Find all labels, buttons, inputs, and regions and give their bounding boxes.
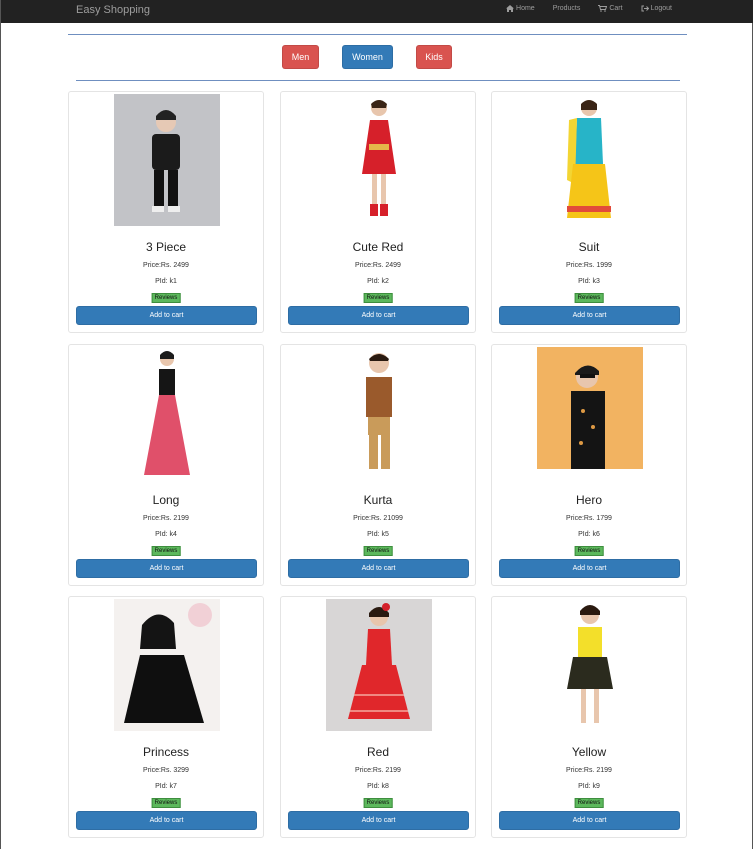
add-to-cart-button[interactable]: Add to cart — [288, 306, 469, 325]
add-to-cart-button[interactable]: Add to cart — [499, 811, 680, 830]
add-to-cart-button[interactable]: Add to cart — [76, 559, 257, 578]
product-id: PId: k7 — [155, 783, 177, 790]
product-name: Cute Red — [352, 240, 404, 254]
product-image[interactable] — [114, 347, 220, 479]
product-image[interactable] — [326, 347, 432, 479]
product-name: Yellow — [571, 745, 607, 759]
brand-logo[interactable]: Easy Shopping — [76, 4, 150, 16]
product-name: Red — [366, 745, 389, 759]
product-id: PId: k4 — [155, 531, 177, 538]
nav-logout-label: Logout — [650, 5, 672, 12]
product-name: Princess — [142, 745, 189, 759]
nav-home-label: Home — [516, 5, 535, 12]
product-id: PId: k6 — [578, 531, 600, 538]
reviews-badge[interactable]: Reviews — [363, 293, 393, 303]
product-card: Hero Price:Rs. 1799 PId: k6 Reviews Add … — [491, 344, 687, 586]
nav-cart[interactable]: Cart — [598, 5, 623, 12]
product-name: Long — [152, 493, 180, 507]
nav-products[interactable]: Products — [553, 5, 581, 12]
product-card: Cute Red Price:Rs. 2499 PId: k2 Reviews … — [280, 91, 476, 333]
reviews-badge[interactable]: Reviews — [363, 798, 393, 808]
add-to-cart-button[interactable]: Add to cart — [76, 306, 257, 325]
product-image[interactable] — [537, 347, 643, 479]
product-price: Price:Rs. 1799 — [566, 515, 612, 522]
reviews-badge[interactable]: Reviews — [151, 293, 181, 303]
nav-products-label: Products — [552, 5, 581, 12]
product-image[interactable] — [326, 94, 432, 226]
add-to-cart-button[interactable]: Add to cart — [288, 811, 469, 830]
product-card: Red Price:Rs. 2199 PId: k8 Reviews Add t… — [280, 596, 476, 838]
cart-icon — [598, 5, 608, 12]
product-id: PId: k8 — [367, 783, 389, 790]
divider-top — [68, 34, 687, 35]
product-id: PId: k2 — [367, 278, 389, 285]
reviews-badge[interactable]: Reviews — [574, 798, 604, 808]
nav-links: Home Products Cart Logout — [488, 5, 672, 12]
reviews-badge[interactable]: Reviews — [574, 546, 604, 556]
product-image[interactable] — [114, 94, 220, 226]
reviews-badge[interactable]: Reviews — [151, 798, 181, 808]
logout-icon — [641, 5, 649, 12]
reviews-badge[interactable]: Reviews — [574, 293, 604, 303]
home-icon — [506, 5, 515, 12]
product-id: PId: k9 — [578, 783, 600, 790]
product-id: PId: k3 — [578, 278, 600, 285]
product-card: 3 Piece Price:Rs. 2499 PId: k1 Reviews A… — [68, 91, 264, 333]
category-kids-button[interactable]: Kids — [416, 45, 452, 69]
product-name: Kurta — [363, 493, 393, 507]
add-to-cart-button[interactable]: Add to cart — [499, 306, 680, 325]
product-id: PId: k5 — [367, 531, 389, 538]
product-name: 3 Piece — [145, 240, 187, 254]
product-card: Kurta Price:Rs. 21099 PId: k5 Reviews Ad… — [280, 344, 476, 586]
product-card: Yellow Price:Rs. 2199 PId: k9 Reviews Ad… — [491, 596, 687, 838]
reviews-badge[interactable]: Reviews — [151, 546, 181, 556]
product-card: Princess Price:Rs. 3299 PId: k7 Reviews … — [68, 596, 264, 838]
divider-bottom — [76, 80, 680, 81]
product-image[interactable] — [537, 599, 643, 731]
navbar: Easy Shopping Home Products Cart Logout — [1, 0, 753, 23]
product-card: Suit Price:Rs. 1999 PId: k3 Reviews Add … — [491, 91, 687, 333]
product-price: Price:Rs. 2499 — [143, 262, 189, 269]
nav-home[interactable]: Home — [506, 5, 535, 12]
product-price: Price:Rs. 3299 — [143, 767, 189, 774]
product-price: Price:Rs. 21099 — [353, 515, 403, 522]
add-to-cart-button[interactable]: Add to cart — [288, 559, 469, 578]
nav-logout[interactable]: Logout — [641, 5, 672, 12]
product-name: Suit — [578, 240, 600, 254]
add-to-cart-button[interactable]: Add to cart — [76, 811, 257, 830]
nav-cart-label: Cart — [609, 5, 623, 12]
product-image[interactable] — [114, 599, 220, 731]
product-image[interactable] — [326, 599, 432, 731]
product-price: Price:Rs. 2199 — [143, 515, 189, 522]
category-men-button[interactable]: Men — [282, 45, 319, 69]
add-to-cart-button[interactable]: Add to cart — [499, 559, 680, 578]
product-card: Long Price:Rs. 2199 PId: k4 Reviews Add … — [68, 344, 264, 586]
product-id: PId: k1 — [155, 278, 177, 285]
category-women-button[interactable]: Women — [342, 45, 393, 69]
product-price: Price:Rs. 1999 — [566, 262, 612, 269]
product-image[interactable] — [537, 94, 643, 226]
product-name: Hero — [575, 493, 602, 507]
product-price: Price:Rs. 2199 — [355, 767, 401, 774]
product-price: Price:Rs. 2199 — [566, 767, 612, 774]
product-price: Price:Rs. 2499 — [355, 262, 401, 269]
reviews-badge[interactable]: Reviews — [363, 546, 393, 556]
